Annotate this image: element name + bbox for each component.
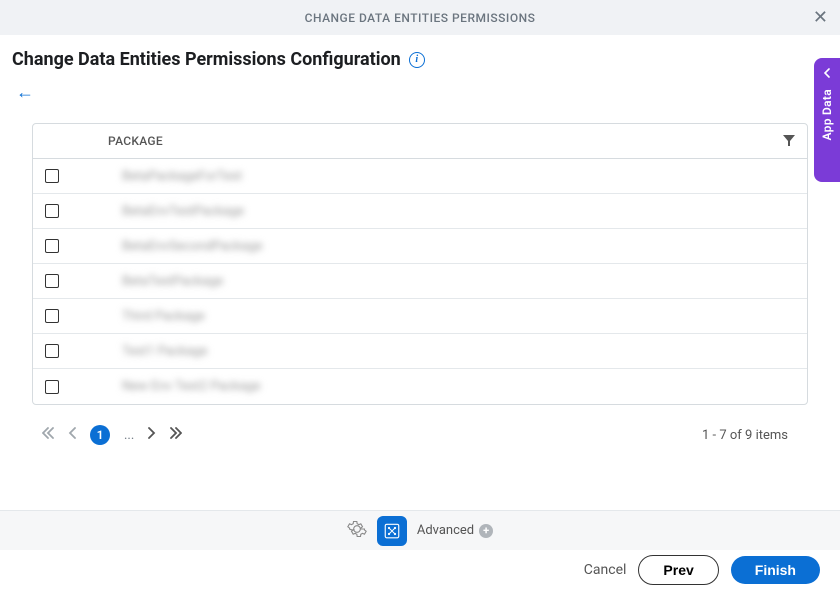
- cancel-button[interactable]: Cancel: [584, 562, 627, 578]
- content-area: Change Data Entities Permissions Configu…: [0, 35, 840, 455]
- table-row: BetaPackageForTest: [33, 159, 807, 194]
- pager: 1 ... 1 - 7 of 9 items: [32, 415, 808, 455]
- package-name: New Env Test2 Package: [122, 379, 260, 394]
- mapping-icon-button[interactable]: [377, 516, 407, 546]
- pager-controls: 1 ...: [42, 425, 182, 445]
- package-name: Test1 Package: [122, 344, 207, 359]
- page-title: Change Data Entities Permissions Configu…: [12, 49, 401, 70]
- filter-icon[interactable]: [783, 132, 795, 151]
- advanced-label: Advanced: [417, 523, 474, 538]
- advanced-toggle[interactable]: Advanced +: [417, 523, 493, 538]
- package-name: BetaEnvTestPackage: [122, 204, 244, 219]
- package-name: BetaEnvSecondPackage: [122, 239, 262, 254]
- row-checkbox[interactable]: [45, 274, 59, 288]
- prev-button[interactable]: Prev: [638, 555, 718, 585]
- info-icon[interactable]: i: [409, 52, 425, 68]
- pager-info: 1 - 7 of 9 items: [702, 428, 788, 443]
- finish-button[interactable]: Finish: [731, 556, 820, 584]
- back-arrow-icon[interactable]: ←: [16, 82, 34, 103]
- table-row: Test1 Package: [33, 334, 807, 369]
- package-name: Third Package: [122, 309, 205, 324]
- pager-next-icon[interactable]: [148, 427, 156, 443]
- titlebar-title: CHANGE DATA ENTITIES PERMISSIONS: [305, 11, 536, 25]
- titlebar: CHANGE DATA ENTITIES PERMISSIONS ✕: [0, 0, 840, 35]
- pager-last-icon[interactable]: [170, 427, 182, 443]
- plus-circle-icon: +: [479, 524, 493, 538]
- table-row: BetaEnvSecondPackage: [33, 229, 807, 264]
- row-checkbox[interactable]: [45, 169, 59, 183]
- table-row: New Env Test2 Package: [33, 369, 807, 404]
- close-icon[interactable]: ✕: [813, 9, 828, 27]
- app-data-side-tab[interactable]: App Data: [814, 58, 840, 182]
- package-table: PACKAGE BetaPackageForTest BetaEnvTestPa…: [32, 123, 808, 405]
- pager-ellipsis: ...: [124, 428, 134, 443]
- row-checkbox[interactable]: [45, 239, 59, 253]
- pager-first-icon[interactable]: [42, 427, 54, 443]
- pager-prev-icon[interactable]: [68, 427, 76, 443]
- row-checkbox[interactable]: [45, 380, 59, 394]
- package-name: BetaPackageForTest: [122, 169, 242, 184]
- page-title-row: Change Data Entities Permissions Configu…: [12, 49, 828, 70]
- row-checkbox[interactable]: [45, 204, 59, 218]
- row-checkbox[interactable]: [45, 309, 59, 323]
- table-header: PACKAGE: [33, 124, 807, 159]
- bottom-toolbar: Advanced +: [0, 510, 840, 550]
- app-data-label: App Data: [820, 89, 834, 140]
- footer: Cancel Prev Finish: [0, 550, 840, 590]
- chevron-left-icon: [823, 68, 831, 81]
- gear-icon[interactable]: [347, 519, 367, 543]
- column-header-package[interactable]: PACKAGE: [108, 134, 163, 148]
- table-row: Third Package: [33, 299, 807, 334]
- table-row: BetaTestPackage: [33, 264, 807, 299]
- pager-page-1[interactable]: 1: [90, 425, 110, 445]
- row-checkbox[interactable]: [45, 344, 59, 358]
- table-row: BetaEnvTestPackage: [33, 194, 807, 229]
- package-name: BetaTestPackage: [122, 274, 223, 289]
